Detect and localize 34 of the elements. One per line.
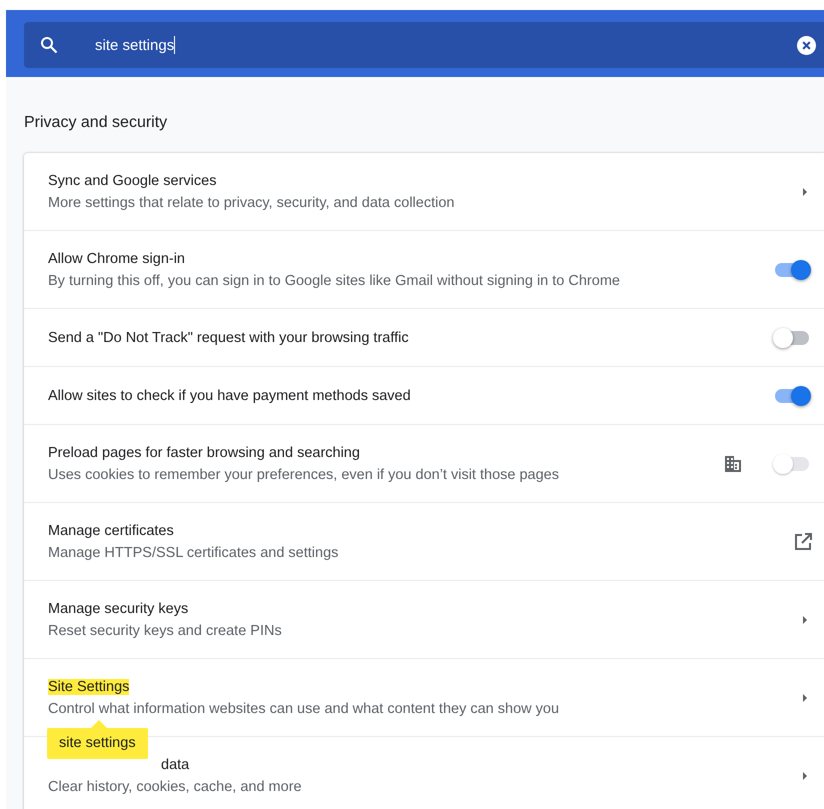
chevron-right-icon[interactable]	[801, 770, 809, 780]
chevron-right-icon[interactable]	[801, 614, 809, 624]
toggle-knob[interactable]	[773, 328, 793, 348]
row-title: Manage certificates	[48, 522, 174, 538]
toggle-switch[interactable]	[773, 386, 811, 406]
row-description: Reset security keys and create PINs	[48, 622, 283, 638]
row-description: By turning this off, you can sign in to Google sites like Gmail without signing in to Chrome	[48, 272, 621, 288]
search-field[interactable]: site settings	[24, 22, 824, 68]
open-in-new-icon[interactable]	[793, 532, 813, 552]
search-icon	[40, 36, 58, 54]
row-title: Manage security keys	[48, 600, 188, 616]
row-title: Preload pages for faster browsing and searching	[48, 444, 360, 460]
row-title: Sync and Google services	[48, 172, 216, 188]
row-title: Site Settings	[48, 678, 130, 694]
section-title: Privacy and security	[24, 114, 168, 132]
clear-icon[interactable]	[797, 36, 816, 54]
chevron-right-icon[interactable]	[801, 186, 809, 196]
chevron-right-icon[interactable]	[801, 692, 809, 702]
row-title: Allow Chrome sign-in	[48, 250, 185, 266]
toggle-knob[interactable]	[791, 260, 811, 280]
toggle-switch[interactable]	[773, 260, 811, 280]
row-description: Manage HTTPS/SSL certificates and settings	[48, 544, 340, 560]
row-description: Control what information websites can use and what content they can show you	[48, 700, 560, 716]
text-caret	[174, 36, 176, 54]
row-title: data	[161, 756, 190, 772]
row-title: Allow sites to check if you have payment methods saved	[48, 388, 411, 404]
row-description: Uses cookies to remember your preferences, even if you don’t visit those pages	[48, 466, 560, 482]
search-value: site settings	[95, 36, 174, 54]
toggle-knob[interactable]	[791, 386, 811, 406]
row-title: Send a "Do Not Track" request with your browsing traffic	[48, 330, 409, 346]
toggle-switch[interactable]	[773, 328, 811, 348]
row-description: Clear history, cookies, cache, and more	[48, 778, 303, 794]
search-match-tooltip: site settings	[47, 720, 148, 759]
row-description: More settings that relate to privacy, security, and data collection	[48, 194, 456, 210]
